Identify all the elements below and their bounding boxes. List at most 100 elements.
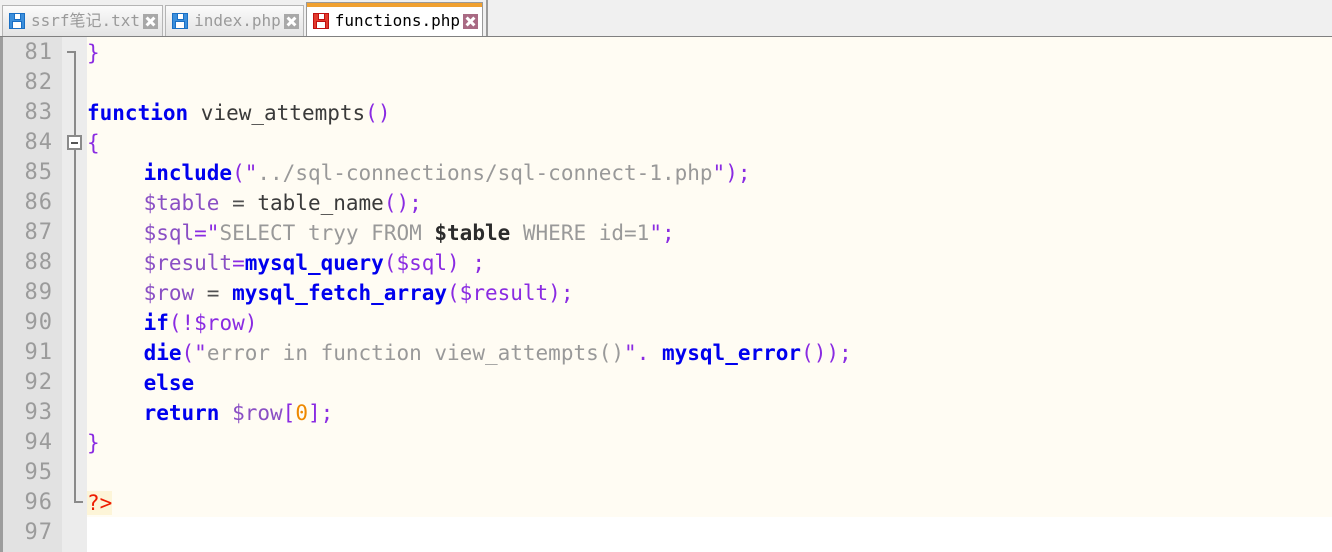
fold-guide-line <box>74 51 76 503</box>
function-mysql-fetch-array: mysql_fetch_array <box>232 281 448 305</box>
line-number: 92 <box>24 370 53 395</box>
code-line-94: } <box>87 428 1332 458</box>
line-number: 94 <box>24 430 53 455</box>
function-name: view_attempts <box>188 101 366 125</box>
code-line-84: { <box>87 128 1332 158</box>
code-line-86: $table = table_name(); <box>87 188 1332 218</box>
code-token: = <box>232 251 245 275</box>
code-token: () <box>365 101 391 125</box>
string-literal: SELECT tryy FROM <box>219 221 435 245</box>
interpolated-variable: $table <box>434 221 511 245</box>
line-number: 88 <box>24 250 53 275</box>
line-number: 86 <box>24 190 53 215</box>
code-line-88: $result=mysql_query($sql) ; <box>87 248 1332 278</box>
function-mysql-query: mysql_query <box>244 251 384 275</box>
active-tab-accent-bar <box>306 3 483 7</box>
tab-label: index.php <box>194 11 281 30</box>
variable-result: $result <box>143 251 233 275</box>
code-folding-column[interactable] <box>62 37 87 552</box>
string-literal: error in function view_attempts() <box>206 341 625 365</box>
code-token: ()); <box>801 341 852 365</box>
variable-row: $row <box>143 281 195 305</box>
line-number: 90 <box>24 310 53 335</box>
line-number: 84 <box>24 130 53 155</box>
fold-tick-81 <box>67 51 75 53</box>
code-token: = <box>219 191 258 215</box>
tab-bar-empty-area <box>486 0 1332 36</box>
fold-branch-94 <box>74 501 83 503</box>
line-number: 93 <box>24 400 53 425</box>
code-token: ($result); <box>447 281 574 305</box>
floppy-disk-icon <box>9 13 25 29</box>
keyword-die: die <box>143 341 182 365</box>
line-number: 97 <box>24 520 53 545</box>
variable-sql: $sql <box>143 221 195 245</box>
variable-table: $table <box>143 191 220 215</box>
code-token: "; <box>649 221 675 245</box>
code-line-81: } <box>87 38 1332 68</box>
code-token: = <box>194 281 233 305</box>
tab-label: ssrf笔记.txt <box>31 11 141 30</box>
line-number: 85 <box>24 160 53 185</box>
function-mysql-error: mysql_error <box>661 341 802 365</box>
line-number: 91 <box>24 340 53 365</box>
code-line-85: include("../sql-connections/sql-connect-… <box>87 158 1332 188</box>
code-line-96: ?> <box>87 488 1332 518</box>
code-token: ($sql) ; <box>383 251 485 275</box>
code-token: ]; <box>307 401 334 425</box>
line-number: 87 <box>24 220 53 245</box>
code-token: } <box>87 41 100 65</box>
line-number: 96 <box>24 490 53 515</box>
tab-bar: ssrf笔记.txt index.php functions.php <box>0 0 1332 37</box>
code-line-90: if(!$row) <box>87 308 1332 338</box>
line-number: 95 <box>24 460 53 485</box>
code-token: { <box>87 131 100 155</box>
close-icon[interactable] <box>283 13 299 29</box>
code-line-92: else <box>87 368 1332 398</box>
line-number: 89 <box>24 280 53 305</box>
fold-collapse-box-84[interactable] <box>67 135 82 150</box>
keyword-else: else <box>143 371 195 395</box>
variable-row: $row <box>219 401 283 425</box>
code-token: ". <box>624 341 662 365</box>
code-token: (" <box>181 341 207 365</box>
string-literal: WHERE id=1 <box>510 221 650 245</box>
code-line-91: die("error in function view_attempts()".… <box>87 338 1332 368</box>
tab-index-php[interactable]: index.php <box>165 5 304 36</box>
keyword-if: if <box>143 311 169 335</box>
code-token: (" <box>232 161 258 185</box>
code-text-area[interactable]: } function view_attempts() { include("..… <box>87 37 1332 552</box>
code-token: =" <box>194 221 220 245</box>
code-token: (); <box>383 191 422 215</box>
function-call: table_name <box>257 191 384 215</box>
tab-ssrf-notes[interactable]: ssrf笔记.txt <box>2 5 164 36</box>
code-line-83: function view_attempts() <box>87 98 1332 128</box>
php-close-tag: ?> <box>87 491 113 515</box>
editor-area[interactable]: 81 82 83 84 85 86 87 88 89 90 91 92 93 9… <box>0 37 1332 552</box>
keyword-return: return <box>143 401 220 425</box>
line-number: 83 <box>24 100 53 125</box>
code-token: "); <box>712 161 751 185</box>
close-icon[interactable] <box>143 13 159 29</box>
string-literal: ../sql-connections/sql-connect-1.php <box>257 161 713 185</box>
code-token: [ <box>282 401 296 425</box>
line-number-gutter: 81 82 83 84 85 86 87 88 89 90 91 92 93 9… <box>0 37 62 552</box>
close-icon[interactable] <box>463 13 479 29</box>
floppy-disk-icon <box>172 13 189 29</box>
code-line-89: $row = mysql_fetch_array($result); <box>87 278 1332 308</box>
number-literal: 0 <box>295 401 308 425</box>
line-number: 81 <box>24 40 53 65</box>
tab-functions-php[interactable]: functions.php <box>305 2 484 36</box>
floppy-disk-icon <box>312 13 329 29</box>
code-line-87: $sql="SELECT tryy FROM $table WHERE id=1… <box>87 218 1332 248</box>
keyword-include: include <box>143 161 233 185</box>
tab-label: functions.php <box>334 11 461 30</box>
code-line-93: return $row[0]; <box>87 398 1332 428</box>
line-number: 82 <box>24 70 53 95</box>
code-token: } <box>87 431 100 455</box>
code-token: (!$row) <box>168 311 258 335</box>
keyword-function: function <box>87 101 189 125</box>
